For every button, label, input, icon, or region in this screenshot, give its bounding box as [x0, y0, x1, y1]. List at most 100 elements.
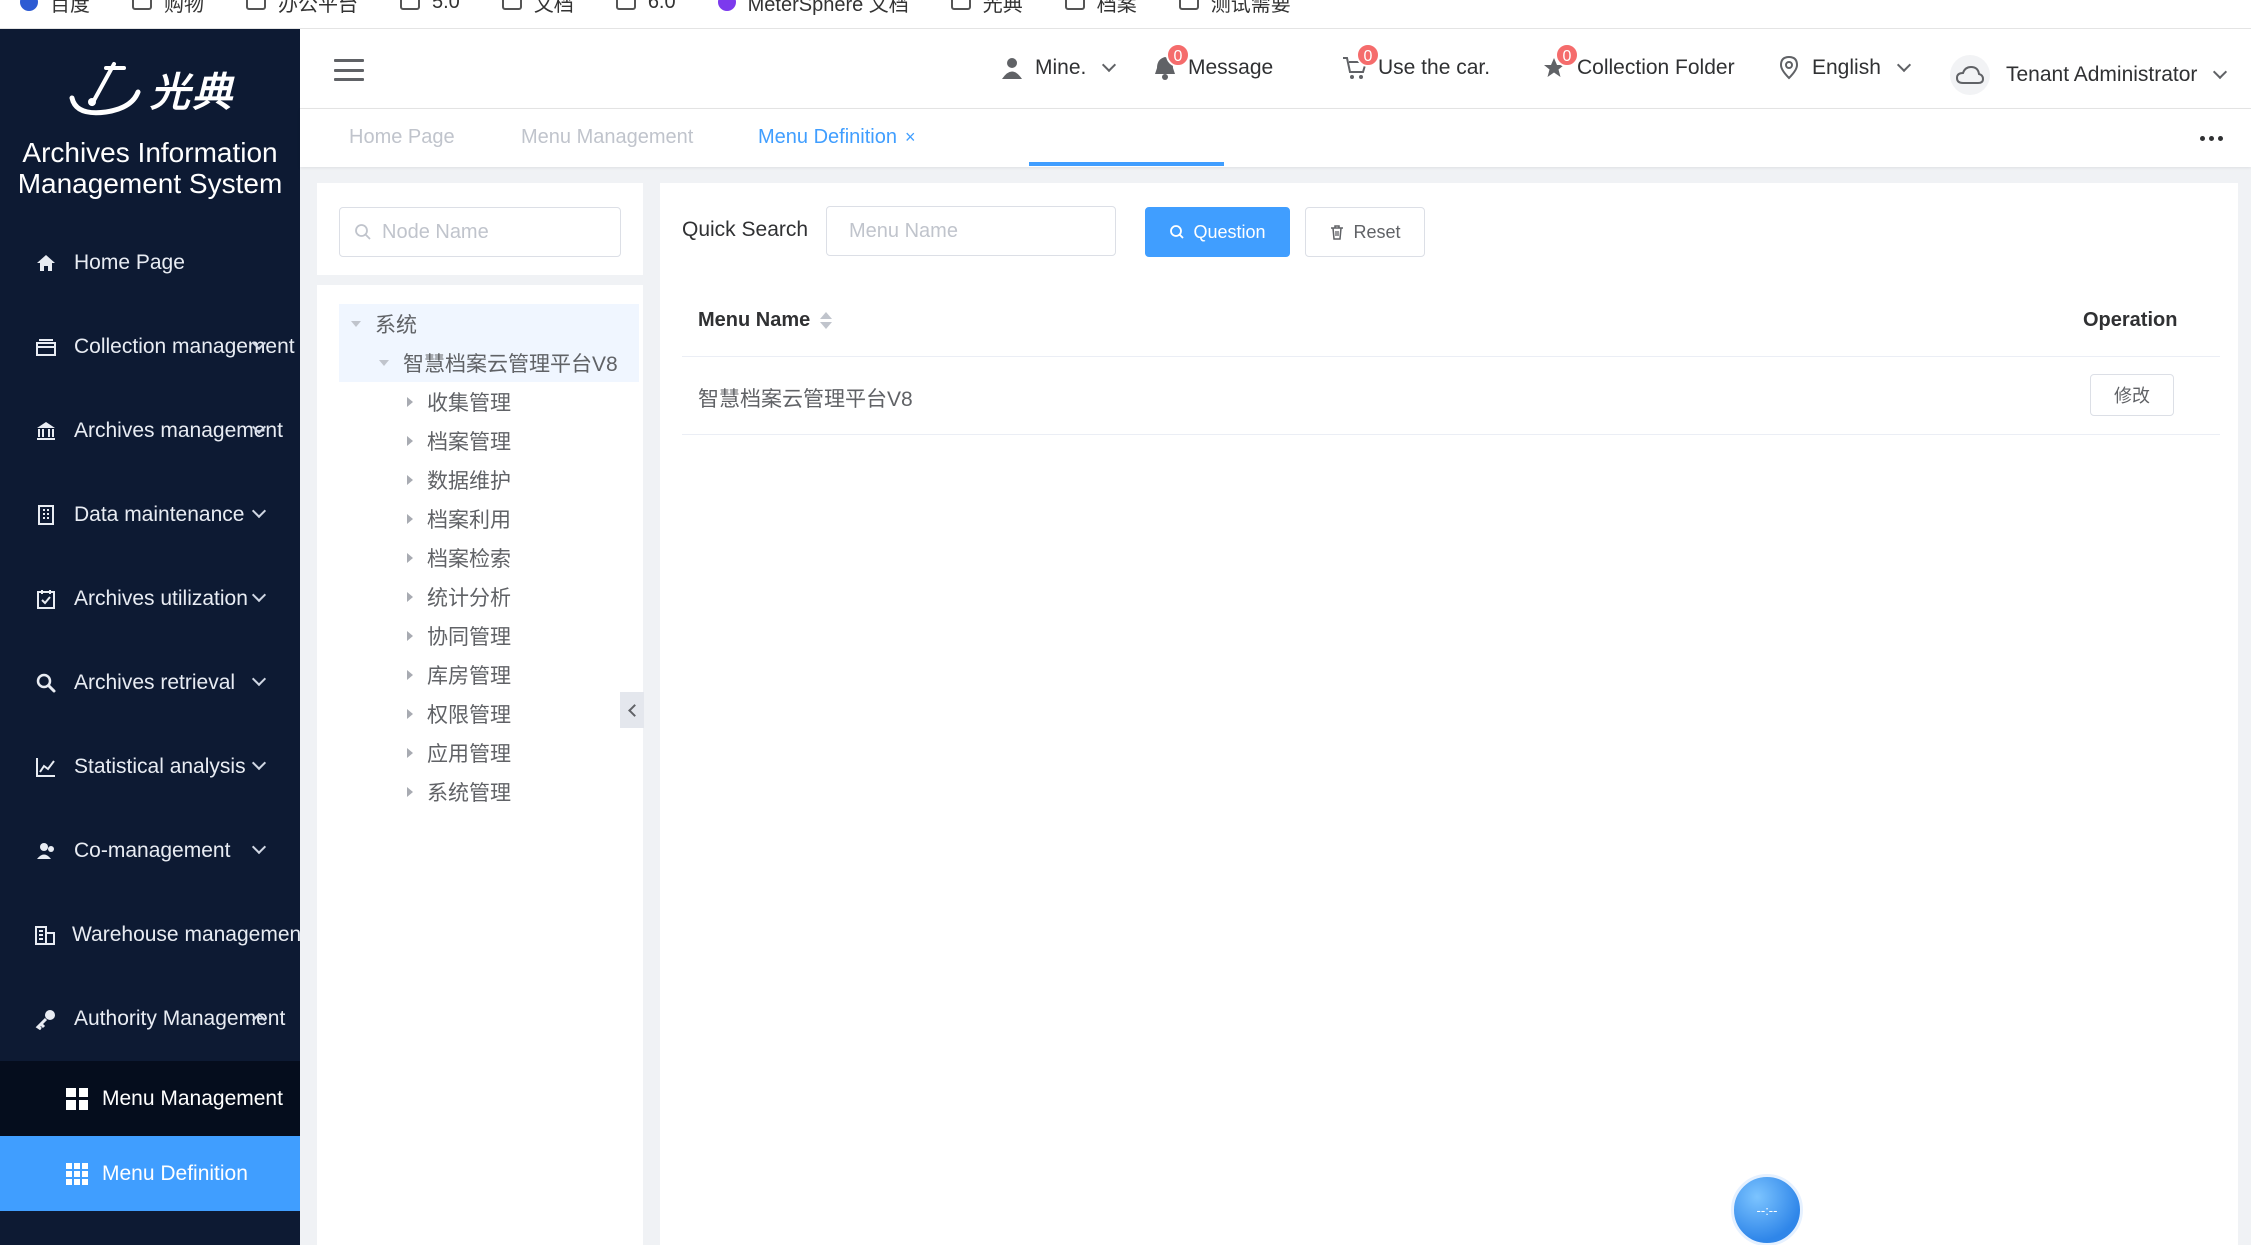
sidebar-item-archives-utilization[interactable]: Archives utilization: [0, 557, 300, 641]
chevron-left-icon: [627, 703, 641, 717]
collection-icon: [34, 335, 58, 359]
collection-folder-button[interactable]: 0 Collection Folder: [1541, 43, 1735, 81]
sidebar-item-warehouse-management[interactable]: Warehouse management: [0, 893, 300, 977]
bookmark-guangdian[interactable]: 光典: [950, 0, 1023, 17]
sidebar-item-archives-retrieval[interactable]: Archives retrieval: [0, 641, 300, 725]
chevron-down-icon: [251, 503, 267, 519]
column-operation: Operation: [2083, 309, 2178, 331]
bank-icon: [34, 419, 58, 443]
metersphere-icon: [717, 0, 736, 11]
collapse-panel-button[interactable]: [620, 692, 644, 728]
close-icon[interactable]: ×: [905, 127, 916, 147]
bookmark-archives[interactable]: 档案: [1064, 0, 1137, 17]
tree-node-leaf[interactable]: 应用管理: [339, 733, 639, 772]
quick-search-label: Quick Search: [682, 218, 809, 241]
floating-assistant-button[interactable]: --:--: [1731, 1174, 1803, 1245]
chevron-down-icon: [251, 755, 267, 771]
sidebar-subitem-menu-management[interactable]: Menu Management: [0, 1061, 300, 1136]
tree-node-leaf[interactable]: 档案利用: [339, 499, 639, 538]
trash-icon: [1331, 225, 1344, 240]
tree-node-platform[interactable]: 智慧档案云管理平台V8: [339, 343, 639, 382]
sort-icon[interactable]: [820, 312, 833, 329]
chevron-down-icon: [1896, 57, 1911, 73]
chevron-down-icon: [251, 839, 267, 855]
node-name-input[interactable]: [382, 220, 612, 244]
location-icon: [1776, 55, 1802, 81]
bookmark-office[interactable]: 办公平台: [246, 0, 358, 17]
folder-icon: [246, 0, 266, 10]
search-button[interactable]: Question: [1145, 207, 1290, 257]
sidebar-item-archives-management[interactable]: Archives management: [0, 389, 300, 473]
folder-icon: [132, 0, 152, 10]
warehouse-icon: [34, 923, 56, 947]
cart-button[interactable]: 0 Use the car.: [1342, 43, 1490, 81]
grid-icon: [66, 1087, 88, 1110]
search-icon: [1170, 225, 1185, 239]
sidebar-item-home-page[interactable]: Home Page: [0, 221, 300, 305]
table-header: Menu Name Operation: [682, 285, 2220, 357]
bookmark-6-0[interactable]: 6.0: [615, 0, 676, 14]
system-title: Archives Information Management System: [17, 137, 283, 199]
bookmark-shopping[interactable]: 购物: [132, 0, 204, 17]
tree-node-leaf[interactable]: 档案检索: [339, 538, 639, 577]
chevron-down-icon: [1102, 57, 1117, 73]
tree-node-leaf[interactable]: 系统管理: [339, 772, 639, 811]
caret-right-icon: [407, 747, 413, 758]
message-button[interactable]: 0 Message: [1152, 43, 1273, 81]
sidebar-item-authority-management[interactable]: Authority Management: [0, 977, 300, 1061]
folder-icon: [1178, 0, 1199, 10]
sidebar-subitem-menu-definition[interactable]: Menu Definition: [0, 1136, 300, 1211]
tabs-bar: Home Page Menu Management Menu Definitio…: [300, 109, 2251, 167]
sidebar-item-co-management[interactable]: Co-management: [0, 809, 300, 893]
tree-node-leaf[interactable]: 收集管理: [339, 382, 639, 421]
tab-menu-management[interactable]: Menu Management: [521, 126, 693, 149]
sidebar-item-statistical-analysis[interactable]: Statistical analysis: [0, 725, 300, 809]
tenant-dropdown[interactable]: Tenant Administrator: [1950, 55, 2228, 95]
menu-name-input[interactable]: [826, 206, 1116, 256]
caret-down-icon: [351, 320, 361, 327]
bookmark-5-0[interactable]: 5.0: [400, 0, 460, 14]
star-icon: 0: [1541, 43, 1579, 81]
bookmark-metersphere[interactable]: MeterSphere 文档: [717, 0, 909, 17]
folder-icon: [501, 0, 522, 10]
language-dropdown[interactable]: English: [1776, 55, 1911, 81]
menu-tree: 系统 智慧档案云管理平台V8 收集管理 档案管理 数据维护 档案利用 档案检索 …: [339, 304, 639, 811]
chevron-down-icon: [251, 587, 267, 603]
folder-icon: [615, 0, 636, 10]
column-menu-name[interactable]: Menu Name: [698, 309, 833, 332]
tree-node-leaf[interactable]: 库房管理: [339, 655, 639, 694]
logo: 光典: [0, 29, 300, 149]
caret-right-icon: [407, 669, 413, 680]
sidebar-item-collection-management[interactable]: Collection management: [0, 305, 300, 389]
menu-toggle-icon[interactable]: [334, 59, 364, 81]
tree-node-leaf[interactable]: 数据维护: [339, 460, 639, 499]
edit-button[interactable]: 修改: [2090, 374, 2174, 416]
tree-node-root[interactable]: 系统: [339, 304, 639, 343]
mine-dropdown[interactable]: Mine.: [999, 55, 1117, 81]
caret-right-icon: [407, 786, 413, 797]
more-icon[interactable]: [2200, 136, 2223, 141]
caret-right-icon: [407, 435, 413, 446]
sidebar-menu: Home Page Collection management Archives…: [0, 221, 300, 1211]
tree-node-leaf[interactable]: 统计分析: [339, 577, 639, 616]
chevron-down-icon: [2213, 64, 2228, 80]
caret-down-icon: [379, 359, 389, 366]
tree-search: [339, 207, 621, 257]
folder-icon: [1064, 0, 1085, 10]
table-row[interactable]: 智慧档案云管理平台V8 修改: [682, 357, 2220, 435]
tab-menu-definition[interactable]: Menu Definition ×: [758, 126, 915, 149]
bookmark-testing[interactable]: 测试需要: [1178, 0, 1291, 17]
bookmark-docs[interactable]: 文档: [501, 0, 574, 17]
caret-right-icon: [407, 552, 413, 563]
active-tab-indicator: [1029, 162, 1224, 166]
baidu-logo-icon: [20, 0, 38, 11]
reset-button[interactable]: Reset: [1305, 207, 1425, 257]
bookmark-baidu[interactable]: 百度: [20, 0, 90, 17]
tree-node-leaf[interactable]: 协同管理: [339, 616, 639, 655]
message-badge: 0: [1166, 43, 1190, 67]
tab-home-page[interactable]: Home Page: [349, 126, 455, 149]
tree-node-leaf[interactable]: 权限管理: [339, 694, 639, 733]
tree-node-leaf[interactable]: 档案管理: [339, 421, 639, 460]
sidebar-item-data-maintenance[interactable]: Data maintenance: [0, 473, 300, 557]
image-icon: [400, 0, 420, 10]
